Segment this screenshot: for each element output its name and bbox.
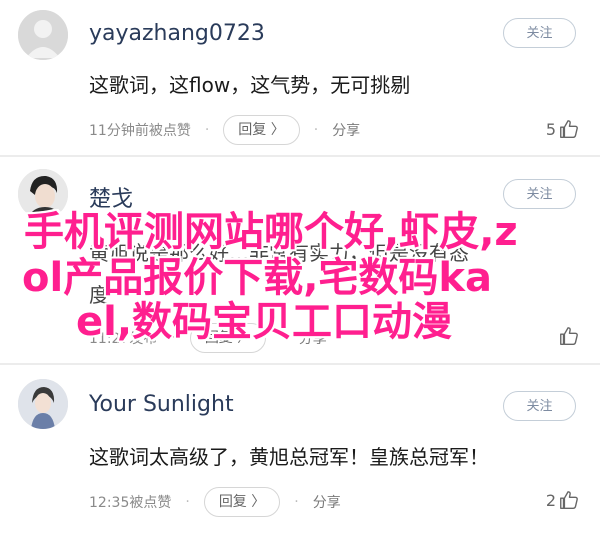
separator-dot: ·	[171, 330, 176, 346]
share-button[interactable]: 分享	[313, 492, 341, 512]
separator-dot: ·	[204, 122, 210, 138]
like-button[interactable]	[556, 325, 580, 347]
separator-dot: ·	[185, 494, 190, 510]
comment-item: Your Sunlight 关注 这歌词太高级了，黄旭总冠军！皇族总冠军！ 12…	[0, 365, 600, 534]
username[interactable]: 楚戈	[89, 181, 133, 213]
comment-text: 这歌词太高级了，黄旭总冠军！皇族总冠军！	[89, 445, 489, 469]
default-avatar-icon	[18, 10, 68, 60]
user-photo-avatar	[18, 379, 68, 429]
separator-dot: ·	[313, 122, 319, 138]
comment-text: 黄旭说是那么好…非常有实力，但是没有态	[89, 241, 469, 265]
comment-time: 11分钟前被点赞	[89, 123, 191, 139]
like-button[interactable]: 5	[546, 118, 580, 140]
avatar[interactable]	[18, 379, 68, 429]
share-button[interactable]: 分享	[299, 328, 327, 348]
thumbs-up-icon	[560, 491, 578, 509]
avatar[interactable]	[18, 169, 68, 219]
reply-button[interactable]: 回复 〉	[203, 487, 281, 517]
comment-meta: 11分钟前被点赞 · 回复 〉 · 分享	[89, 115, 360, 145]
reply-button[interactable]: 回复 〉	[223, 115, 300, 145]
share-button[interactable]: 分享	[332, 120, 360, 140]
comment-text: 这歌词，这flow，这气势，无可挑剔	[89, 73, 411, 97]
follow-button[interactable]: 关注	[503, 179, 576, 209]
comment-item: 楚戈 关注 黄旭说是那么好…非常有实力，但是没有态 度 11:27发布 · 回复…	[0, 157, 600, 362]
like-button[interactable]: 2	[546, 489, 580, 511]
comment-item: yayazhang0723 关注 这歌词，这flow，这气势，无可挑剔 11分钟…	[0, 0, 600, 155]
comment-meta: 12:35被点赞 · 回复 〉 · 分享	[89, 487, 341, 517]
comment-meta: 11:27发布 · 回复 〉 · 分享	[89, 323, 327, 353]
reply-button[interactable]: 回复 〉	[189, 323, 267, 353]
username[interactable]: Your Sunlight	[89, 392, 234, 417]
thumbs-up-icon	[560, 327, 578, 345]
avatar[interactable]	[18, 10, 68, 60]
separator-dot: ·	[280, 330, 285, 346]
like-count: 5	[545, 119, 556, 139]
comment-text-continued: 度	[89, 283, 109, 307]
like-count: 2	[545, 490, 556, 510]
thumbs-up-icon	[560, 120, 578, 138]
comment-time: 12:35被点赞	[89, 495, 172, 511]
follow-button[interactable]: 关注	[503, 391, 576, 421]
username[interactable]: yayazhang0723	[89, 21, 265, 46]
separator-dot: ·	[294, 494, 299, 510]
user-photo-avatar	[18, 169, 68, 219]
comment-time: 11:27发布	[89, 331, 158, 347]
follow-button[interactable]: 关注	[503, 18, 576, 48]
